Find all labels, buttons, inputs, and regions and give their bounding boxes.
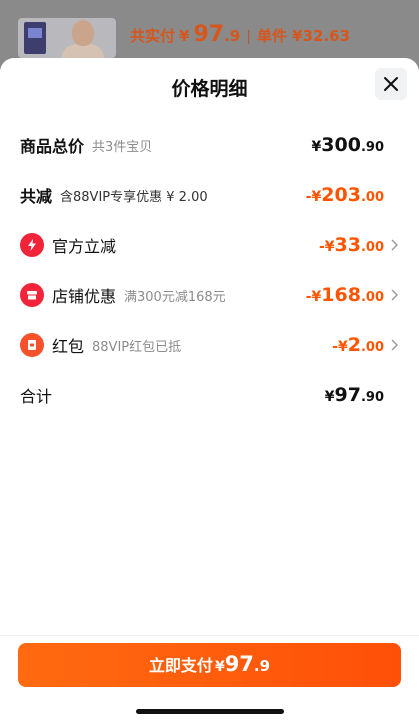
store-discount-note: 满300元减168元 [124, 289, 226, 305]
official-discount-currency: -¥ [318, 239, 335, 255]
red-packet-amount: -¥ 2 .00 [332, 334, 384, 356]
pay-button-dec: .9 [253, 657, 271, 675]
store-discount-int: 168 [321, 284, 361, 306]
total-discount-currency: -¥ [305, 189, 322, 205]
model-body-image [62, 44, 104, 58]
red-packet-row[interactable]: 红包 88VIP红包已抵 -¥ 2 .00 [20, 330, 400, 360]
red-packet-note: 88VIP红包已抵 [92, 339, 182, 355]
total-currency: ¥ [324, 389, 335, 405]
total-row: 合计 ¥ 97 .90 [20, 380, 400, 410]
product-package-image [24, 22, 46, 54]
summary-currency: ¥ [179, 27, 190, 45]
close-icon [384, 77, 398, 91]
goods-total-row: 商品总价 共3件宝贝 ¥ 300 .90 [20, 130, 400, 160]
red-packet-label: 红包 [52, 337, 85, 356]
official-discount-amount: -¥ 33 .00 [319, 234, 384, 256]
close-button[interactable] [375, 68, 407, 100]
store-icon [20, 283, 44, 307]
summary-label: 共实付 [130, 27, 176, 45]
pay-button-currency: ¥ [214, 659, 225, 675]
vip-discount-note: 含88VIP专享优惠 ¥ 2.00 [60, 189, 208, 205]
chevron-right-icon [388, 339, 400, 351]
summary-amount-dec: .9 [224, 27, 241, 45]
model-head-image [72, 20, 94, 46]
official-discount-dec: .00 [360, 240, 384, 255]
red-packet-currency: -¥ [332, 339, 348, 355]
red-packet-int: 2 [347, 334, 361, 356]
chevron-right-icon [388, 289, 400, 301]
payment-summary: 共实付 ¥ 97 .9 | 单件 ¥32.63 [130, 22, 350, 48]
goods-total-dec: .90 [360, 140, 384, 155]
goods-total-currency: ¥ [311, 139, 322, 155]
pay-now-button[interactable]: 立即支付 ¥ 97 .9 [18, 643, 401, 687]
store-discount-dec: .00 [360, 290, 384, 305]
store-discount-amount: -¥ 168 .00 [306, 284, 384, 306]
red-packet-dec: .00 [360, 340, 384, 355]
price-detail-sheet: 价格明细 商品总价 共3件宝贝 ¥ 300 .90 共减 含88VIP专享优惠 … [0, 58, 419, 720]
red-packet-icon [20, 333, 44, 357]
product-thumbnail [18, 18, 116, 58]
pay-button-label: 立即支付 [148, 656, 213, 675]
store-discount-label: 店铺优惠 [52, 287, 117, 306]
total-dec: .90 [360, 390, 384, 405]
sheet-title: 价格明细 [171, 78, 248, 100]
home-indicator [136, 709, 284, 714]
unit-price: 单件 ¥32.63 [256, 27, 351, 45]
total-discount-label: 共减 [20, 187, 53, 206]
store-discount-currency: -¥ [305, 289, 322, 305]
total-discount-amount: -¥ 203 .00 [306, 184, 384, 206]
goods-count-note: 共3件宝贝 [92, 139, 153, 155]
total-discount-dec: .00 [360, 190, 384, 205]
total-discount-row: 共减 含88VIP专享优惠 ¥ 2.00 -¥ 203 .00 [20, 180, 400, 210]
total-int: 97 [334, 384, 361, 406]
store-discount-row[interactable]: 店铺优惠 满300元减168元 -¥ 168 .00 [20, 280, 400, 310]
lightning-icon [20, 233, 44, 257]
total-amount: ¥ 97 .90 [325, 384, 384, 406]
summary-separator: | [246, 29, 251, 45]
footer-divider [0, 635, 419, 636]
goods-total-amount: ¥ 300 .90 [312, 134, 384, 156]
official-discount-int: 33 [334, 234, 361, 256]
goods-total-label: 商品总价 [20, 137, 85, 156]
chevron-right-icon [388, 239, 400, 251]
official-discount-label: 官方立减 [52, 237, 117, 256]
total-discount-int: 203 [321, 184, 361, 206]
goods-total-int: 300 [321, 134, 361, 156]
summary-amount-int: 97 [193, 22, 225, 47]
official-discount-row[interactable]: 官方立减 -¥ 33 .00 [20, 230, 400, 260]
total-label: 合计 [20, 387, 53, 406]
pay-button-int: 97 [224, 652, 254, 676]
